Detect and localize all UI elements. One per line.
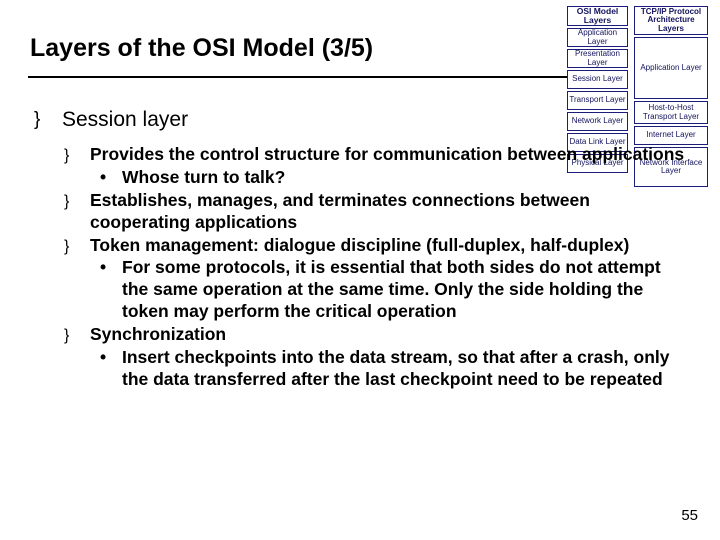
bullet-text: Synchronization [90, 324, 226, 344]
section-heading-text: Session layer [62, 108, 188, 131]
section-heading: } Session layer [34, 108, 690, 132]
slide: Layers of the OSI Model (3/5) OSI Model … [0, 0, 720, 540]
sub-bullet-item: • Insert checkpoints into the data strea… [100, 347, 690, 391]
tcpip-header: TCP/IP Protocol Architecture Layers [634, 6, 708, 35]
sub-bullet-text: For some protocols, it is essential that… [122, 257, 661, 321]
osi-session: Session Layer [567, 70, 628, 89]
bullet-item: } Establishes, manages, and terminates c… [64, 190, 690, 234]
bullet-item: } Synchronization [64, 324, 690, 346]
title-underline [28, 76, 568, 78]
bullet-text: Provides the control structure for commu… [90, 144, 684, 164]
dot-bullet-icon: • [100, 257, 106, 279]
osi-header: OSI Model Layers [567, 6, 628, 26]
brace-bullet-icon: } [34, 109, 40, 131]
dot-bullet-icon: • [100, 347, 106, 369]
slide-title: Layers of the OSI Model (3/5) [30, 34, 373, 63]
brace-bullet-icon: } [64, 146, 69, 166]
brace-bullet-icon: } [64, 326, 69, 346]
osi-presentation: Presentation Layer [567, 49, 628, 68]
bullet-item: } Provides the control structure for com… [64, 144, 690, 166]
dot-bullet-icon: • [100, 167, 106, 189]
bullet-text: Establishes, manages, and terminates con… [90, 190, 590, 232]
content-body: } Session layer } Provides the control s… [34, 108, 690, 392]
tcpip-application: Application Layer [634, 37, 708, 99]
page-number: 55 [681, 507, 698, 524]
sub-bullet-text: Whose turn to talk? [122, 167, 285, 187]
brace-bullet-icon: } [64, 237, 69, 257]
sub-bullet-item: • Whose turn to talk? [100, 167, 690, 189]
bullet-item: } Token management: dialogue discipline … [64, 235, 690, 257]
brace-bullet-icon: } [64, 192, 69, 212]
sub-bullet-text: Insert checkpoints into the data stream,… [122, 347, 670, 389]
bullet-text: Token management: dialogue discipline (f… [90, 235, 629, 255]
sub-bullet-item: • For some protocols, it is essential th… [100, 257, 690, 323]
osi-application: Application Layer [567, 28, 628, 47]
